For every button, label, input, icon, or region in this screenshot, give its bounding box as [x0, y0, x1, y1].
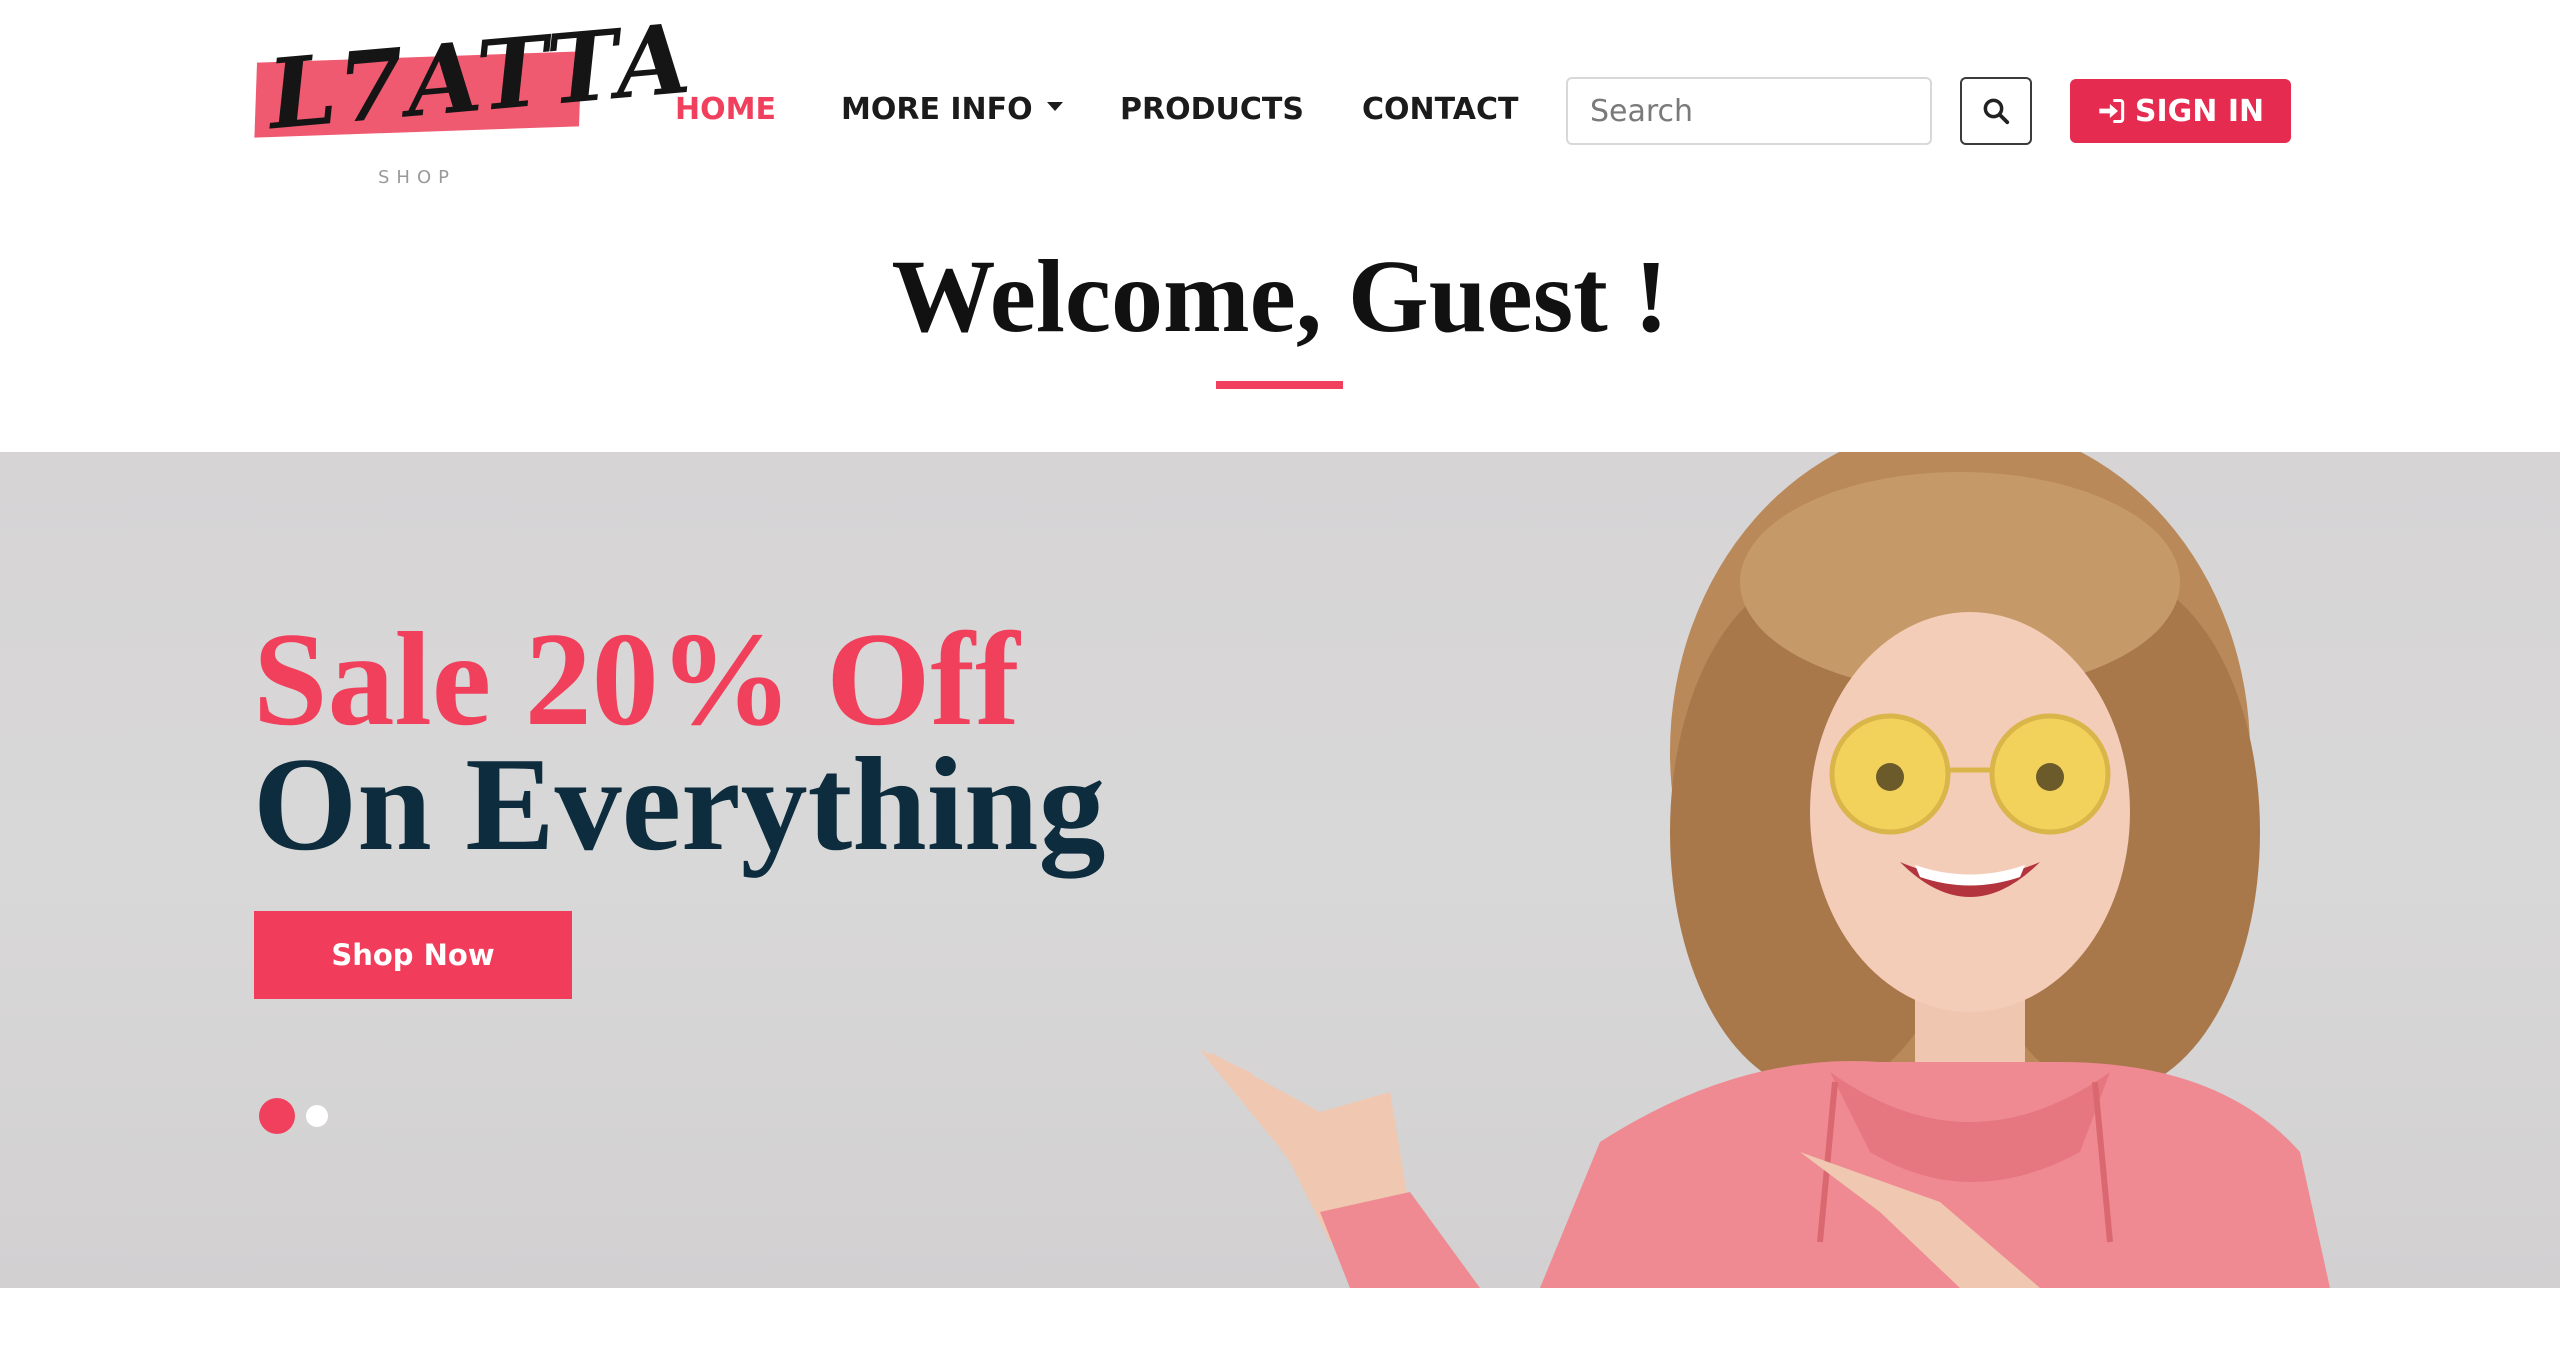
hero-banner: Sale 20% Off On Everything Shop Now — [0, 452, 2560, 1288]
hero-headline-sale: Sale 20% Off — [253, 605, 1020, 753]
sign-in-button[interactable]: SIGN IN — [2070, 79, 2291, 143]
sign-in-label: SIGN IN — [2134, 93, 2265, 129]
search-icon — [1983, 98, 2010, 125]
nav-more-info[interactable]: MORE INFO — [841, 92, 1063, 127]
nav-contact[interactable]: CONTACT — [1362, 92, 1518, 127]
shop-now-button[interactable]: Shop Now — [254, 911, 572, 999]
logo-subtitle: SHOP — [378, 167, 456, 188]
sign-in-icon — [2099, 98, 2125, 124]
title-underline — [1216, 381, 1343, 389]
chevron-down-icon — [1046, 102, 1063, 111]
navbar: L7ATTA SHOP HOME MORE INFO PRODUCTS CONT… — [0, 0, 2560, 220]
page-bottom — [0, 1288, 2560, 1350]
welcome-title: Welcome, Guest ! — [891, 239, 1669, 354]
carousel-dot-1[interactable] — [259, 1098, 295, 1134]
nav-more-info-label: MORE INFO — [841, 92, 1033, 127]
hero-model-image — [1200, 452, 2330, 1288]
search-button[interactable] — [1960, 77, 2032, 145]
brand-logo[interactable]: L7ATTA SHOP — [250, 2, 696, 195]
nav-products[interactable]: PRODUCTS — [1120, 92, 1304, 127]
logo-text: L7ATTA — [263, 1, 697, 152]
search-input[interactable] — [1566, 77, 1932, 145]
hero-headline-everything: On Everything — [253, 730, 1106, 878]
nav-home[interactable]: HOME — [675, 92, 776, 127]
carousel-dot-2[interactable] — [306, 1105, 328, 1127]
